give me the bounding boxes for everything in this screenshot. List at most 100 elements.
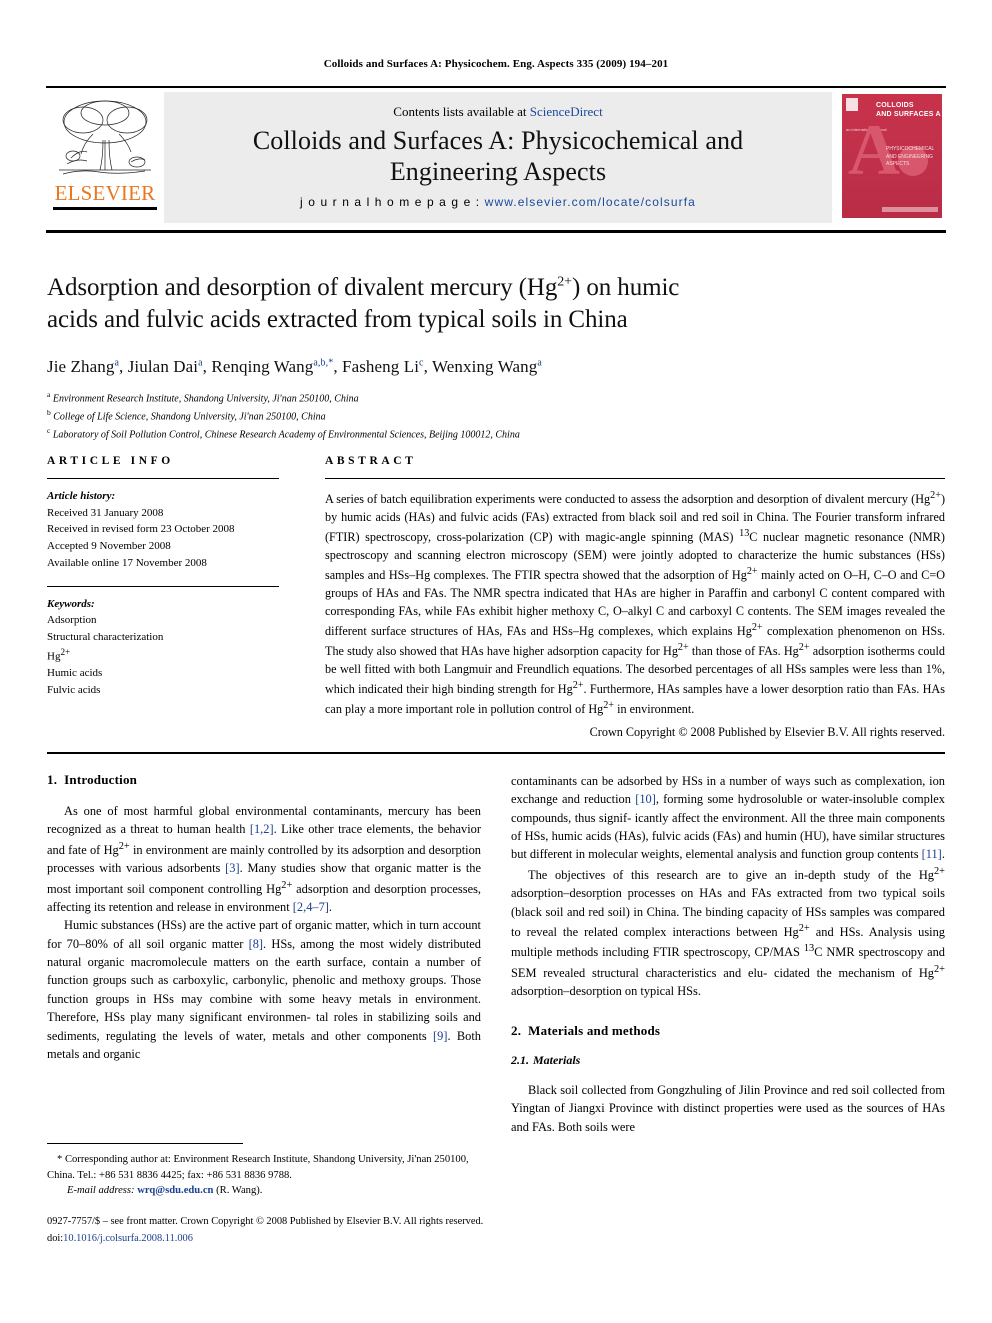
affiliation-text: Environment Research Institute, Shandong… xyxy=(52,393,359,405)
corresponding-author-note: * Corresponding author at: Environment R… xyxy=(47,1154,469,1181)
citation-ref[interactable]: [8] xyxy=(249,937,263,951)
abstract-column: ABSTRACT A series of batch equilibration… xyxy=(325,455,945,740)
citation-ref[interactable]: [10] xyxy=(635,792,656,806)
doi-label: doi: xyxy=(47,1232,64,1244)
author-name: Fasheng Li xyxy=(342,357,420,376)
author-affil-mark: a xyxy=(537,357,542,369)
journal-title-line2: Engineering Aspects xyxy=(389,156,607,186)
subsection-number: 2.1. xyxy=(511,1052,529,1067)
section-heading-materials-methods: 2. Materials and methods xyxy=(511,1023,945,1039)
affiliation-mark: c xyxy=(47,425,51,435)
keyword-item: Structural characterization xyxy=(47,631,164,644)
running-head: Colloids and Surfaces A: Physicochem. En… xyxy=(323,58,669,70)
citation-ref[interactable]: [3] xyxy=(225,861,239,875)
affiliation-item: a Environment Research Institute, Shando… xyxy=(47,389,807,407)
affiliation-text: Laboratory of Soil Pollution Control, Ch… xyxy=(52,428,520,440)
article-history-label: Article history: xyxy=(47,490,116,502)
subsection-title: Materials xyxy=(533,1052,581,1067)
title-block: Adsorption and desorption of divalent me… xyxy=(47,272,807,442)
keyword-item: Hg2+ xyxy=(47,646,71,663)
affiliation-item: c Laboratory of Soil Pollution Control, … xyxy=(47,425,807,443)
section-heading-introduction: 1. Introduction xyxy=(47,772,481,788)
article-history: Article history: Received 31 January 200… xyxy=(47,488,279,572)
email-note: E-mail address: wrq@sdu.edu.cn (R. Wang)… xyxy=(47,1183,483,1199)
journal-title-line1: Colloids and Surfaces A: Physicochemical… xyxy=(252,126,744,156)
abstract-bottom-rule xyxy=(47,752,945,755)
author-name: Renqing Wang xyxy=(211,357,314,376)
email-link[interactable]: wrq@sdu.edu.cn xyxy=(137,1185,213,1196)
body-column-right: contaminants can be adsorbed by HSs in a… xyxy=(511,772,945,1136)
masthead-center: Contents lists available at ScienceDirec… xyxy=(164,92,832,223)
masthead-bottom-rule xyxy=(46,230,946,233)
title-superscript: 2+ xyxy=(557,274,572,290)
cover-bottom-bar xyxy=(882,207,938,212)
keyword-item: Adsorption xyxy=(47,614,97,627)
body-column-left: 1. Introduction As one of most harmful gl… xyxy=(47,772,481,1063)
elsevier-tree-icon xyxy=(59,100,151,175)
affiliation-item: b College of Life Science, Shandong Univ… xyxy=(47,407,807,425)
footnote-separator-rule xyxy=(47,1143,243,1144)
citation-ref[interactable]: [1,2] xyxy=(250,822,274,836)
author-name: Jie Zhang xyxy=(47,357,115,376)
homepage-label: j o u r n a l h o m e p a g e : xyxy=(300,194,481,209)
imprint-block: 0927-7757/$ – see front matter. Crown Co… xyxy=(47,1214,945,1248)
article-info-rule xyxy=(47,478,279,479)
author-name: Jiulan Dai xyxy=(127,357,199,376)
keywords-rule xyxy=(47,585,279,587)
title-line1-b: ) on humic xyxy=(571,274,680,301)
affiliation-text: College of Life Science, Shandong Univer… xyxy=(53,411,326,423)
abstract-text: A series of batch equilibration experime… xyxy=(325,490,945,716)
abstract-rule xyxy=(325,478,945,479)
journal-masthead: ELSEVIER Contents lists available at Sci… xyxy=(46,86,946,227)
cover-image: COLLOIDS AND SURFACES A an international… xyxy=(842,94,942,218)
paper-page: Colloids and Surfaces A: Physicochem. En… xyxy=(0,0,992,1323)
author-affil-mark: a xyxy=(114,357,120,369)
article-info-column: ARTICLE INFO Article history: Received 3… xyxy=(47,455,279,699)
paragraph: The objectives of this research are to g… xyxy=(511,865,945,999)
article-info-heading: ARTICLE INFO xyxy=(47,455,174,467)
sciencedirect-link[interactable]: ScienceDirect xyxy=(530,104,603,119)
contents-prefix: Contents lists available at xyxy=(393,104,530,120)
paragraph: As one of most harmful global environmen… xyxy=(47,804,481,915)
issn-line: 0927-7757/$ – see front matter. Crown Co… xyxy=(47,1216,484,1227)
affiliation-mark: b xyxy=(47,407,51,417)
elsevier-underline xyxy=(53,207,157,210)
author-affil-mark: c xyxy=(419,357,424,369)
doi-link[interactable]: 10.1016/j.colsurfa.2008.11.006 xyxy=(63,1233,193,1244)
email-label: E-mail address: xyxy=(67,1185,135,1197)
paragraph: Black soil collected from Gongzhuling of… xyxy=(511,1082,945,1134)
keywords-label: Keywords: xyxy=(47,597,95,610)
email-owner: (R. Wang). xyxy=(216,1185,263,1197)
doi-line: doi:10.1016/j.colsurfa.2008.11.006 xyxy=(47,1231,945,1248)
keyword-item: Fulvic acids xyxy=(47,683,101,696)
contents-available-line: Contents lists available at ScienceDirec… xyxy=(393,104,602,120)
author-affil-mark: a xyxy=(198,357,203,369)
homepage-url-link[interactable]: www.elsevier.com/locate/colsurfa xyxy=(485,195,696,209)
citation-ref[interactable]: [2,4–7] xyxy=(293,900,329,914)
citation-ref[interactable]: [11] xyxy=(922,847,942,861)
footnote-block: * Corresponding author at: Environment R… xyxy=(47,1152,483,1199)
keywords-block: Keywords: Adsorption Structural characte… xyxy=(47,596,279,699)
paragraph: contaminants can be adsorbed by HSs in a… xyxy=(511,774,945,862)
history-item: Available online 17 November 2008 xyxy=(47,556,207,569)
section-number: 1. xyxy=(47,772,58,787)
title-line2: acids and fulvic acids extracted from ty… xyxy=(47,305,628,333)
citation-ref[interactable]: [9] xyxy=(433,1029,447,1043)
keyword-item: Humic acids xyxy=(47,667,103,680)
history-item: Accepted 9 November 2008 xyxy=(47,540,171,553)
subsection-heading-materials: 2.1. Materials xyxy=(511,1053,945,1068)
author-name: Wenxing Wang xyxy=(432,357,538,376)
journal-homepage-line: j o u r n a l h o m e p a g e : www.else… xyxy=(300,195,696,209)
history-item: Received in revised form 23 October 2008 xyxy=(47,523,235,536)
body-columns: 1. Introduction As one of most harmful gl… xyxy=(47,772,945,1142)
page-title: Adsorption and desorption of divalent me… xyxy=(47,272,807,335)
cover-subtitle-text: PHYSICOCHEMICAL AND ENGINEERING ASPECTS xyxy=(886,146,935,167)
section-title: Introduction xyxy=(64,772,138,787)
section-number: 2. xyxy=(511,1022,522,1038)
title-line1-a: Adsorption and desorption of divalent me… xyxy=(47,274,558,301)
author-affil-mark[interactable]: a,b,* xyxy=(313,357,333,368)
history-item: Received 31 January 2008 xyxy=(47,506,164,519)
journal-title: Colloids and Surfaces A: Physicochemical… xyxy=(253,126,743,186)
affiliation-list: a Environment Research Institute, Shando… xyxy=(47,389,807,442)
author-list: Jie Zhanga, Jiulan Daia, Renqing Wanga,b… xyxy=(47,357,542,376)
